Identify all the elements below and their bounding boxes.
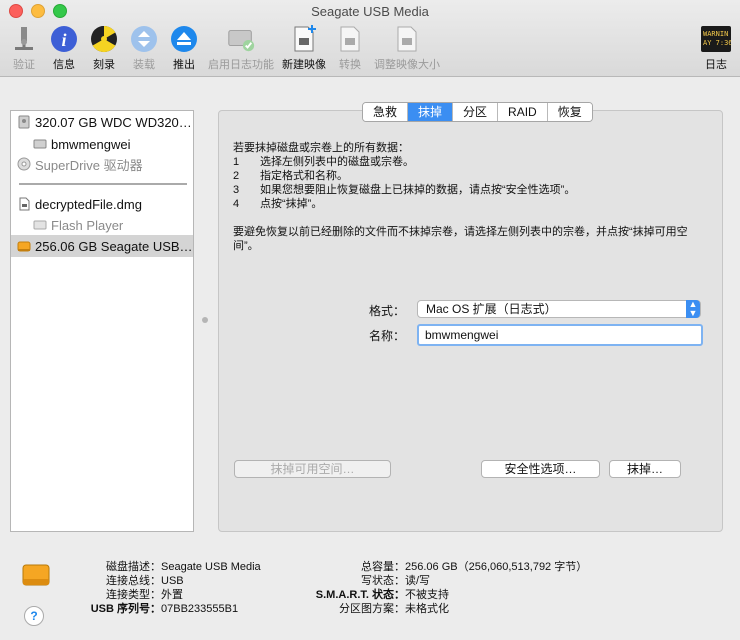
tab-partition[interactable]: 分区 [453, 103, 499, 121]
instruction-step: 2 指定格式和名称。 [233, 170, 348, 182]
sidebar-item-seagate-usb[interactable]: 256.06 GB Seagate USB… [11, 235, 193, 257]
verify-button[interactable]: 验证 [8, 24, 40, 72]
sidebar-item-superdrive[interactable]: SuperDrive 驱动器 [17, 153, 143, 175]
resize-image-icon [392, 24, 422, 54]
convert-icon [335, 24, 365, 54]
disk-details: ? 磁盘描述：Seagate USB Media 连接总线：USB 连接类型：外… [0, 545, 740, 640]
format-select[interactable]: Mac OS 扩展（日志式） ▲ ▼ [417, 300, 701, 318]
log-icon-line-1: WARNIN [703, 30, 728, 38]
sidebar-separator [19, 183, 187, 185]
eject-button[interactable]: 推出 [168, 24, 200, 72]
info-button[interactable]: i 信息 [48, 24, 80, 72]
split-view-handle[interactable] [202, 317, 208, 323]
disk-image-icon [17, 197, 31, 211]
external-drive-icon [17, 239, 31, 253]
info-icon: i [49, 24, 79, 54]
tab-restore[interactable]: 恢复 [547, 103, 592, 121]
chevron-up-down-icon: ▲ ▼ [686, 300, 700, 318]
journaling-icon [226, 24, 256, 54]
log-button[interactable]: WARNIN AY 7:36 日志 [700, 24, 732, 72]
hard-drive-icon [17, 115, 31, 129]
tab-raid[interactable]: RAID [498, 103, 548, 121]
instructions-intro: 若要抹掉磁盘或宗卷上的所有数据： [233, 142, 409, 154]
optical-drive-icon [17, 157, 31, 171]
toolbar: Seagate USB Media 验证 i 信息 刻录 装载 推出 启用日志功… [0, 0, 740, 77]
disk-utility-window: Seagate USB Media 验证 i 信息 刻录 装载 推出 启用日志功… [0, 0, 740, 640]
resize-image-button[interactable]: 调整映像大小 [372, 24, 442, 72]
instruction-step: 3 如果您想要阻止恢复磁盘上已抹掉的数据，请点按“安全性选项”。 [233, 184, 576, 196]
svg-text:i: i [61, 30, 66, 50]
new-image-button[interactable]: 新建映像 [281, 24, 327, 72]
detail-partition-scheme: 分区图方案：未格式化 [339, 603, 449, 615]
security-options-button[interactable]: 安全性选项… [481, 460, 600, 478]
tab-first-aid[interactable]: 急救 [363, 103, 409, 121]
volume-icon [33, 137, 47, 151]
microscope-icon [9, 24, 39, 54]
enable-journaling-button[interactable]: 启用日志功能 [206, 24, 276, 72]
selected-disk-icon [20, 559, 52, 594]
instruction-step: 4 点按“抹掉”。 [233, 198, 323, 210]
erase-instructions: 若要抹掉磁盘或宗卷上的所有数据： 1 选择左侧列表中的磁盘或宗卷。 2 指定格式和名… [233, 141, 703, 253]
erase-button[interactable]: 抹掉… [609, 460, 681, 478]
instruction-step: 1 选择左侧列表中的磁盘或宗卷。 [233, 156, 414, 168]
burn-button[interactable]: 刻录 [88, 24, 120, 72]
mount-icon [129, 24, 159, 54]
log-icon-line-2: AY 7:36 [703, 39, 731, 47]
name-label: 名称： [368, 329, 405, 343]
sidebar-item-flash-player[interactable]: Flash Player [33, 214, 123, 236]
sidebar-item-wdc-disk[interactable]: 320.07 GB WDC WD320… [17, 111, 192, 133]
sidebar-item-decrypted-dmg[interactable]: decryptedFile.dmg [17, 193, 142, 215]
console-log-icon: WARNIN AY 7:36 [701, 24, 731, 54]
detail-usb-serial: USB 序列号：07BB233555B1 [90, 603, 239, 615]
new-image-icon [289, 24, 319, 54]
format-label: 格式： [368, 304, 405, 318]
help-button[interactable]: ? [24, 606, 44, 626]
window-title: Seagate USB Media [311, 4, 429, 19]
format-select-value: Mac OS 扩展（日志式） [426, 302, 557, 316]
tab-bar: 急救 抹掉 分区 RAID 恢复 [362, 102, 593, 122]
mount-button[interactable]: 装载 [128, 24, 160, 72]
erase-free-space-button[interactable]: 抹掉可用空间… [234, 460, 391, 478]
instructions-note: 要避免恢复以前已经删除的文件而不抹掉宗卷，请选择左侧列表中的宗卷，并点按“抹掉可… [233, 226, 688, 252]
sidebar-item-bmwmengwei-volume[interactable]: bmwmengwei [33, 133, 130, 155]
eject-icon [169, 24, 199, 54]
device-list: 320.07 GB WDC WD320… bmwmengwei SuperDri… [10, 110, 194, 532]
burn-icon [89, 24, 119, 54]
volume-icon [33, 218, 47, 232]
tab-erase[interactable]: 抹掉 [408, 103, 454, 121]
convert-button[interactable]: 转换 [334, 24, 366, 72]
name-field[interactable]: bmwmengwei [417, 324, 703, 346]
